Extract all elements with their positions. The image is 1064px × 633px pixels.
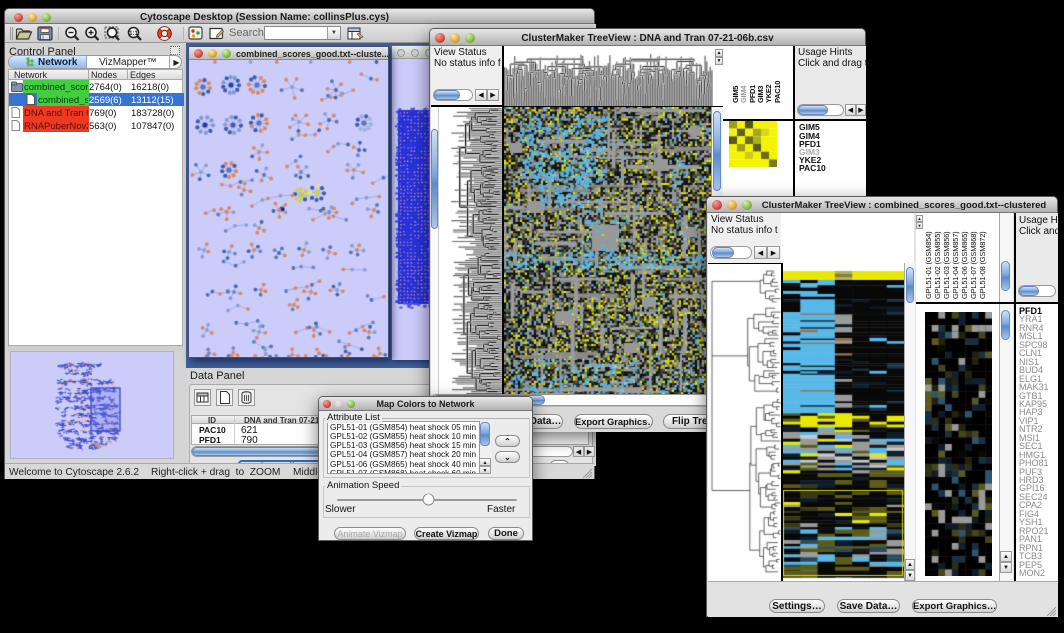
svg-text:1:1: 1:1 <box>129 31 138 37</box>
